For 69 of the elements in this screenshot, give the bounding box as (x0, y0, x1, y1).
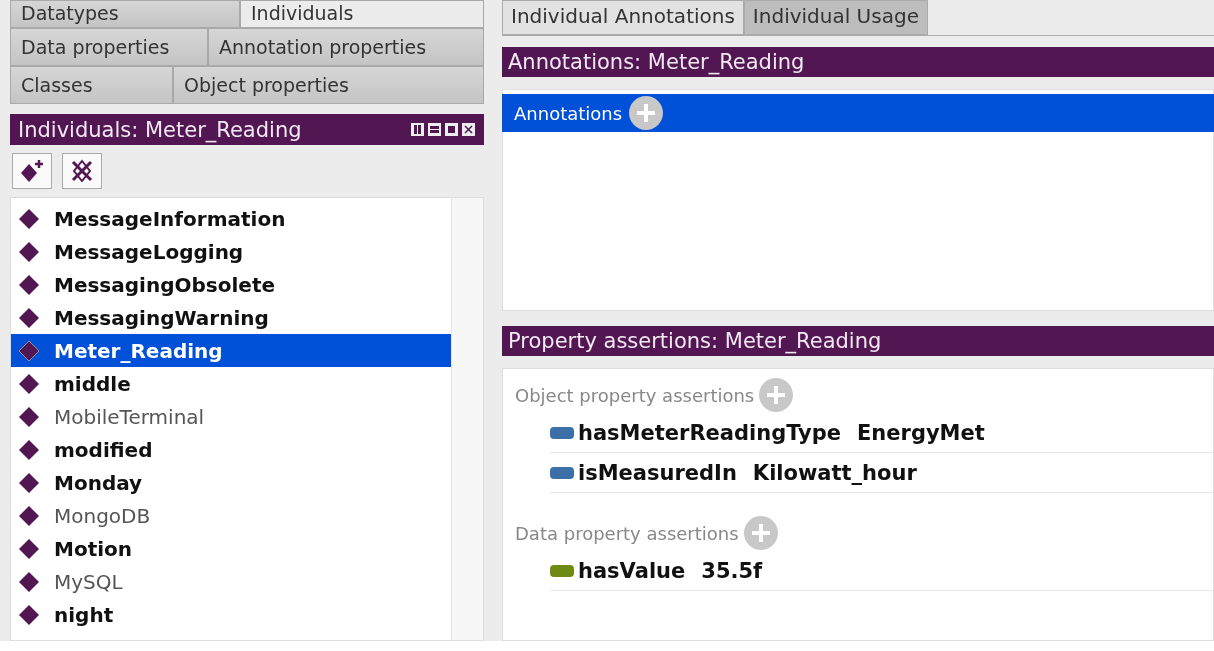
view-title-bar: Property assertions: Meter_Reading (502, 326, 1214, 356)
property-value: EnergyMet (857, 420, 985, 445)
property-name: isMeasuredIn (578, 460, 737, 485)
tab[interactable]: Data properties (10, 28, 208, 66)
diamond-icon (18, 273, 40, 296)
diamond-icon (18, 504, 40, 527)
tab[interactable]: Classes (10, 66, 173, 104)
diamond-icon (18, 306, 40, 329)
tab[interactable]: Individual Annotations (502, 0, 744, 35)
individual-item[interactable]: Meter_Reading (11, 334, 451, 367)
delete-individual-button[interactable] (62, 153, 102, 189)
split-vertical-icon[interactable] (410, 122, 425, 137)
close-icon[interactable] (461, 122, 476, 137)
individual-name: Monday (54, 470, 143, 495)
individual-item[interactable]: MobileTerminal (11, 400, 451, 433)
tab[interactable]: Annotation properties (208, 28, 484, 66)
individual-name: Motion (54, 536, 133, 561)
maximize-icon[interactable] (444, 122, 459, 137)
view-title: Individuals: Meter_Reading (18, 117, 302, 142)
property-name: hasMeterReadingType (578, 420, 841, 445)
individual-item[interactable]: middle (11, 367, 451, 400)
individual-name: MongoDB (54, 503, 151, 528)
diamond-icon (18, 438, 40, 461)
diamond-icon (18, 405, 40, 428)
individual-item[interactable]: Motion (11, 532, 451, 565)
split-horizontal-icon[interactable] (427, 122, 442, 137)
individual-name: Meter_Reading (54, 338, 223, 363)
individual-item[interactable]: MongoDB (11, 499, 451, 532)
diamond-icon (18, 471, 40, 494)
scrollbar-track[interactable] (452, 198, 483, 640)
diamond-icon (18, 570, 40, 593)
diamond-icon (18, 339, 40, 362)
individual-name: MySQL (54, 569, 123, 594)
add-diamond-icon (19, 158, 45, 184)
tab[interactable]: Datatypes (10, 0, 240, 28)
section-heading: Data property assertions (515, 522, 739, 544)
individual-name: modified (54, 437, 153, 462)
individual-item[interactable]: night (11, 598, 451, 631)
individual-item[interactable]: Monday (11, 466, 451, 499)
individual-name: night (54, 602, 114, 627)
tab[interactable]: Object properties (173, 66, 484, 104)
add-icon[interactable] (628, 95, 665, 131)
property-name: hasValue (578, 558, 686, 583)
diamond-icon (18, 372, 40, 395)
add-individual-button[interactable] (12, 153, 52, 189)
individual-item[interactable]: MySQL (11, 565, 451, 598)
individual-name: MessagingObsolete (54, 272, 275, 297)
individual-name: middle (54, 371, 131, 396)
individual-item[interactable]: MessagingWarning (11, 301, 451, 334)
diamond-icon (18, 207, 40, 230)
property-value: Kilowatt_hour (752, 460, 917, 485)
individual-name: MessagingWarning (54, 305, 269, 330)
section-heading: Annotations (514, 102, 623, 124)
individual-name: MobileTerminal (54, 404, 205, 429)
diamond-icon (18, 240, 40, 263)
crossed-diamond-icon (69, 158, 95, 184)
individual-item[interactable]: MessageInformation (11, 202, 451, 235)
individual-name: MessageInformation (54, 206, 286, 231)
individual-item[interactable]: MessageLogging (11, 235, 451, 268)
diamond-icon (18, 537, 40, 560)
tab[interactable]: Individuals (240, 0, 484, 28)
individual-item[interactable]: modified (11, 433, 451, 466)
tab[interactable]: Individual Usage (743, 0, 928, 35)
property-value: 35.5f (701, 558, 763, 583)
individual-item[interactable]: MessagingObsolete (11, 268, 451, 301)
diamond-icon (18, 603, 40, 626)
section-heading: Object property assertions (515, 384, 755, 406)
view-title-bar: Annotations: Meter_Reading (502, 47, 1214, 77)
individual-name: MessageLogging (54, 239, 244, 264)
